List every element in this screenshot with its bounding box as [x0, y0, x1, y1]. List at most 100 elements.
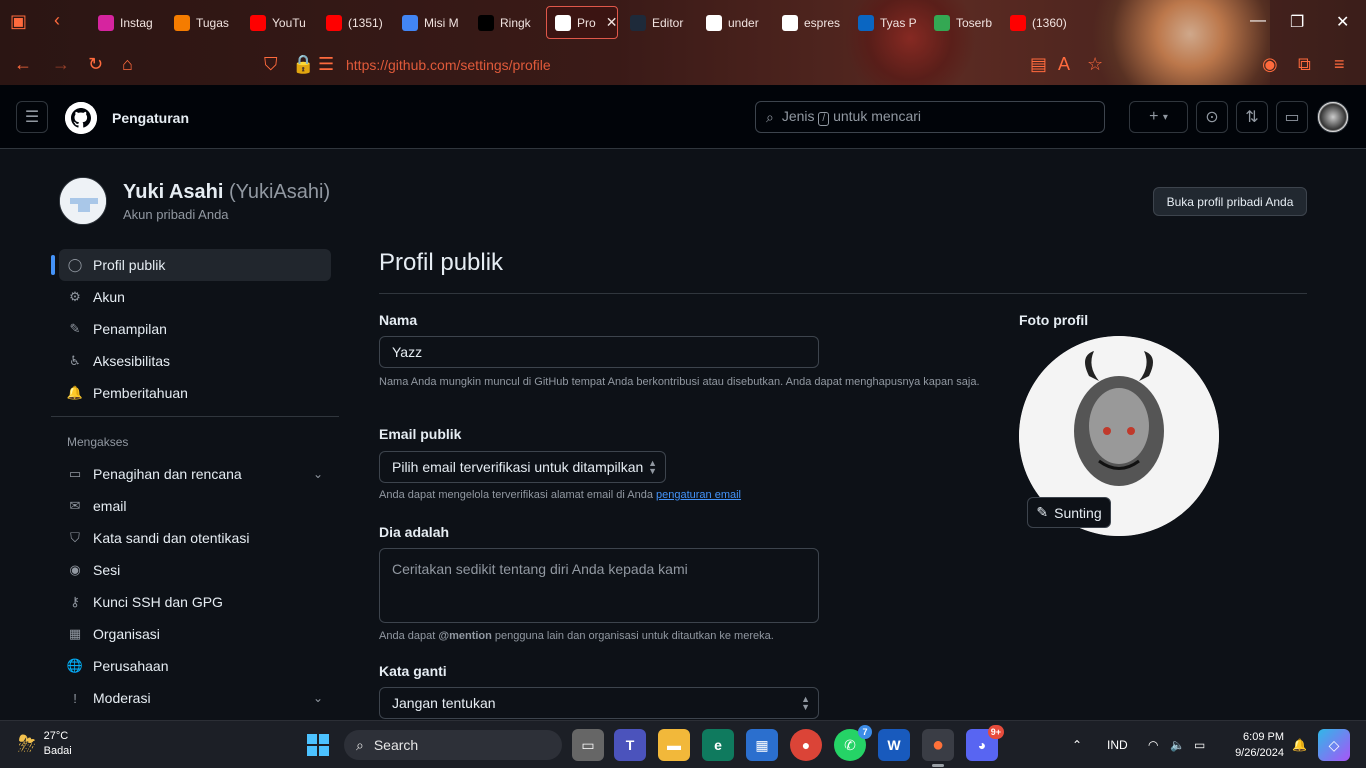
clock[interactable]: 6:09 PM 9/26/2024	[1228, 729, 1284, 761]
edge-icon[interactable]: e	[702, 729, 734, 761]
sidebar-item[interactable]: ▭ Penagihan dan rencana ⌄	[51, 458, 341, 490]
browser-tab[interactable]: YouTu	[242, 6, 308, 39]
bookmark-star-icon[interactable]: ☆	[1087, 54, 1103, 75]
sidebar-item[interactable]: ▦ Organisasi	[51, 618, 341, 650]
extensions-icon[interactable]: ⧉	[1298, 54, 1311, 75]
browser-tab[interactable]: Ringk	[470, 6, 536, 39]
sidebar-item[interactable]: ◉ Sesi	[51, 554, 341, 586]
wifi-icon[interactable]: ◠	[1148, 738, 1158, 752]
github-icon	[555, 14, 571, 31]
permissions-icon[interactable]: ☰	[318, 54, 334, 75]
tab-label: Editor	[652, 15, 684, 30]
menu-icon[interactable]: ≡	[1334, 54, 1345, 75]
lock-icon[interactable]: 🔒	[292, 54, 314, 75]
firefox-icon[interactable]: ●	[922, 729, 954, 767]
search-input[interactable]: ⌕ Jenis / untuk mencari	[755, 101, 1105, 133]
sidebar-item[interactable]: ✎ Penampilan	[51, 313, 341, 345]
volume-icon[interactable]: 🔈	[1170, 738, 1185, 752]
account-icon[interactable]: ◉	[1262, 54, 1278, 75]
name-field[interactable]: Yazz	[379, 336, 819, 368]
notification-icon[interactable]: 🔔	[1292, 738, 1307, 752]
weather-widget[interactable]: ⛈ 27°C Badai	[18, 729, 72, 759]
sidebar-item-label: Kata sandi dan otentikasi	[93, 530, 250, 546]
home-icon[interactable]: ⌂	[122, 54, 133, 75]
sidebar-item[interactable]: 🌐 Perusahaan	[51, 650, 341, 682]
chevron-up-icon[interactable]: ⌃	[1072, 738, 1082, 752]
word-icon[interactable]: W	[878, 729, 910, 761]
sidebar-item[interactable]: ◯ Profil publik	[51, 249, 331, 281]
bell-icon: 🔔	[66, 385, 84, 400]
browser-tab[interactable]: under	[698, 6, 764, 39]
sidebar-item[interactable]: ⛉ Kata sandi dan otentikasi	[51, 522, 341, 554]
pronouns-select[interactable]: Jangan tentukan ▲ ▼	[379, 687, 819, 719]
create-new-button[interactable]: + ▾	[1129, 101, 1188, 133]
issues-button[interactable]: ⊙	[1196, 101, 1228, 133]
github-icon	[782, 14, 798, 31]
close-tab-icon[interactable]: ✕	[606, 14, 617, 31]
minimize-icon[interactable]: —	[1250, 12, 1266, 30]
open-profile-button[interactable]: Buka profil pribadi Anda	[1153, 187, 1307, 216]
issue-icon: ⊙	[1205, 109, 1219, 126]
mk-icon	[478, 14, 494, 31]
firefox-view-icon[interactable]: ▣	[10, 11, 27, 32]
sidebar-item[interactable]: ✉ email	[51, 490, 341, 522]
taskbar-search[interactable]: ⌕ Search	[344, 730, 562, 760]
chevron-down-icon[interactable]: ⌄	[313, 467, 323, 481]
task-view-icon[interactable]: ▭	[572, 729, 604, 761]
sidebar-item[interactable]: 🔔 Pemberitahuan	[51, 377, 341, 409]
start-button[interactable]	[302, 729, 334, 761]
youtube-icon	[326, 14, 342, 31]
store-icon[interactable]: ▦	[746, 729, 778, 761]
teams-icon[interactable]: T	[614, 729, 646, 761]
sidebar-item[interactable]: ♿ Aksesibilitas	[51, 345, 341, 377]
tab-label: Instag	[120, 15, 153, 30]
browser-tab[interactable]: Pro ✕	[546, 6, 618, 39]
reader-view-icon[interactable]: ▤	[1030, 54, 1047, 75]
edit-photo-button[interactable]: ✎ Sunting	[1027, 497, 1111, 528]
email-settings-link[interactable]: pengaturan email	[656, 489, 741, 501]
discord-icon[interactable]: ◕ 9+	[966, 725, 1004, 761]
avatar[interactable]	[1317, 101, 1349, 133]
restore-icon[interactable]: ❐	[1290, 12, 1304, 32]
email-select[interactable]: Pilih email terverifikasi untuk ditampil…	[379, 451, 666, 483]
browser-tab[interactable]: Editor	[622, 6, 688, 39]
chevron-down-icon: ▾	[1162, 111, 1168, 123]
chrome-icon[interactable]: ●	[790, 729, 822, 761]
page-title[interactable]: Pengaturan	[112, 110, 189, 126]
sidebar-item[interactable]: ⚙ Akun	[51, 281, 341, 313]
tab-scroll-left-icon[interactable]: ‹	[54, 10, 60, 31]
shield-icon[interactable]: ⛉	[264, 54, 278, 75]
section-title: Profil publik	[379, 249, 1307, 294]
close-window-icon[interactable]: ✕	[1336, 12, 1349, 32]
file-explorer-icon[interactable]: ▬	[658, 729, 690, 761]
copilot-icon[interactable]: ◇	[1318, 729, 1350, 761]
inbox-button[interactable]: ▭	[1276, 101, 1308, 133]
pull-requests-button[interactable]: ⇅	[1236, 101, 1268, 133]
hamburger-menu-button[interactable]: ☰	[16, 101, 48, 133]
browser-tab[interactable]: Tugas	[166, 6, 232, 39]
browser-tab[interactable]: Misi M	[394, 6, 460, 39]
bio-textarea[interactable]: Ceritakan sedikit tentang diri Anda kepa…	[379, 548, 819, 623]
whatsapp-icon[interactable]: ✆ 7	[834, 725, 872, 761]
user-avatar	[59, 177, 107, 225]
language-indicator[interactable]: IND	[1107, 738, 1128, 752]
select-arrows-icon: ▲ ▼	[648, 458, 657, 476]
github-logo-icon[interactable]	[65, 102, 97, 134]
browser-tab[interactable]: (1360)	[1002, 6, 1068, 39]
browser-tab[interactable]: espres	[774, 6, 840, 39]
sidebar-item[interactable]: ! Moderasi ⌄	[51, 682, 341, 714]
battery-icon[interactable]: ▭	[1194, 738, 1205, 752]
forward-icon[interactable]: →	[52, 54, 70, 75]
url-text[interactable]: https://github.com/settings/profile	[346, 57, 551, 73]
browser-tab[interactable]: (1351)	[318, 6, 384, 39]
back-icon[interactable]: ←	[14, 54, 32, 75]
tab-label: Ringk	[500, 15, 531, 30]
browser-tab[interactable]: Tyas P	[850, 6, 916, 39]
chevron-down-icon[interactable]: ⌄	[313, 691, 323, 705]
reload-icon[interactable]: ↻	[88, 54, 103, 75]
sidebar-item-label: Penagihan dan rencana	[93, 466, 242, 482]
browser-tab[interactable]: Toserb	[926, 6, 992, 39]
sidebar-item[interactable]: ⚷ Kunci SSH dan GPG	[51, 586, 341, 618]
translate-icon[interactable]: A	[1058, 54, 1070, 75]
browser-tab[interactable]: Instag	[90, 6, 156, 39]
